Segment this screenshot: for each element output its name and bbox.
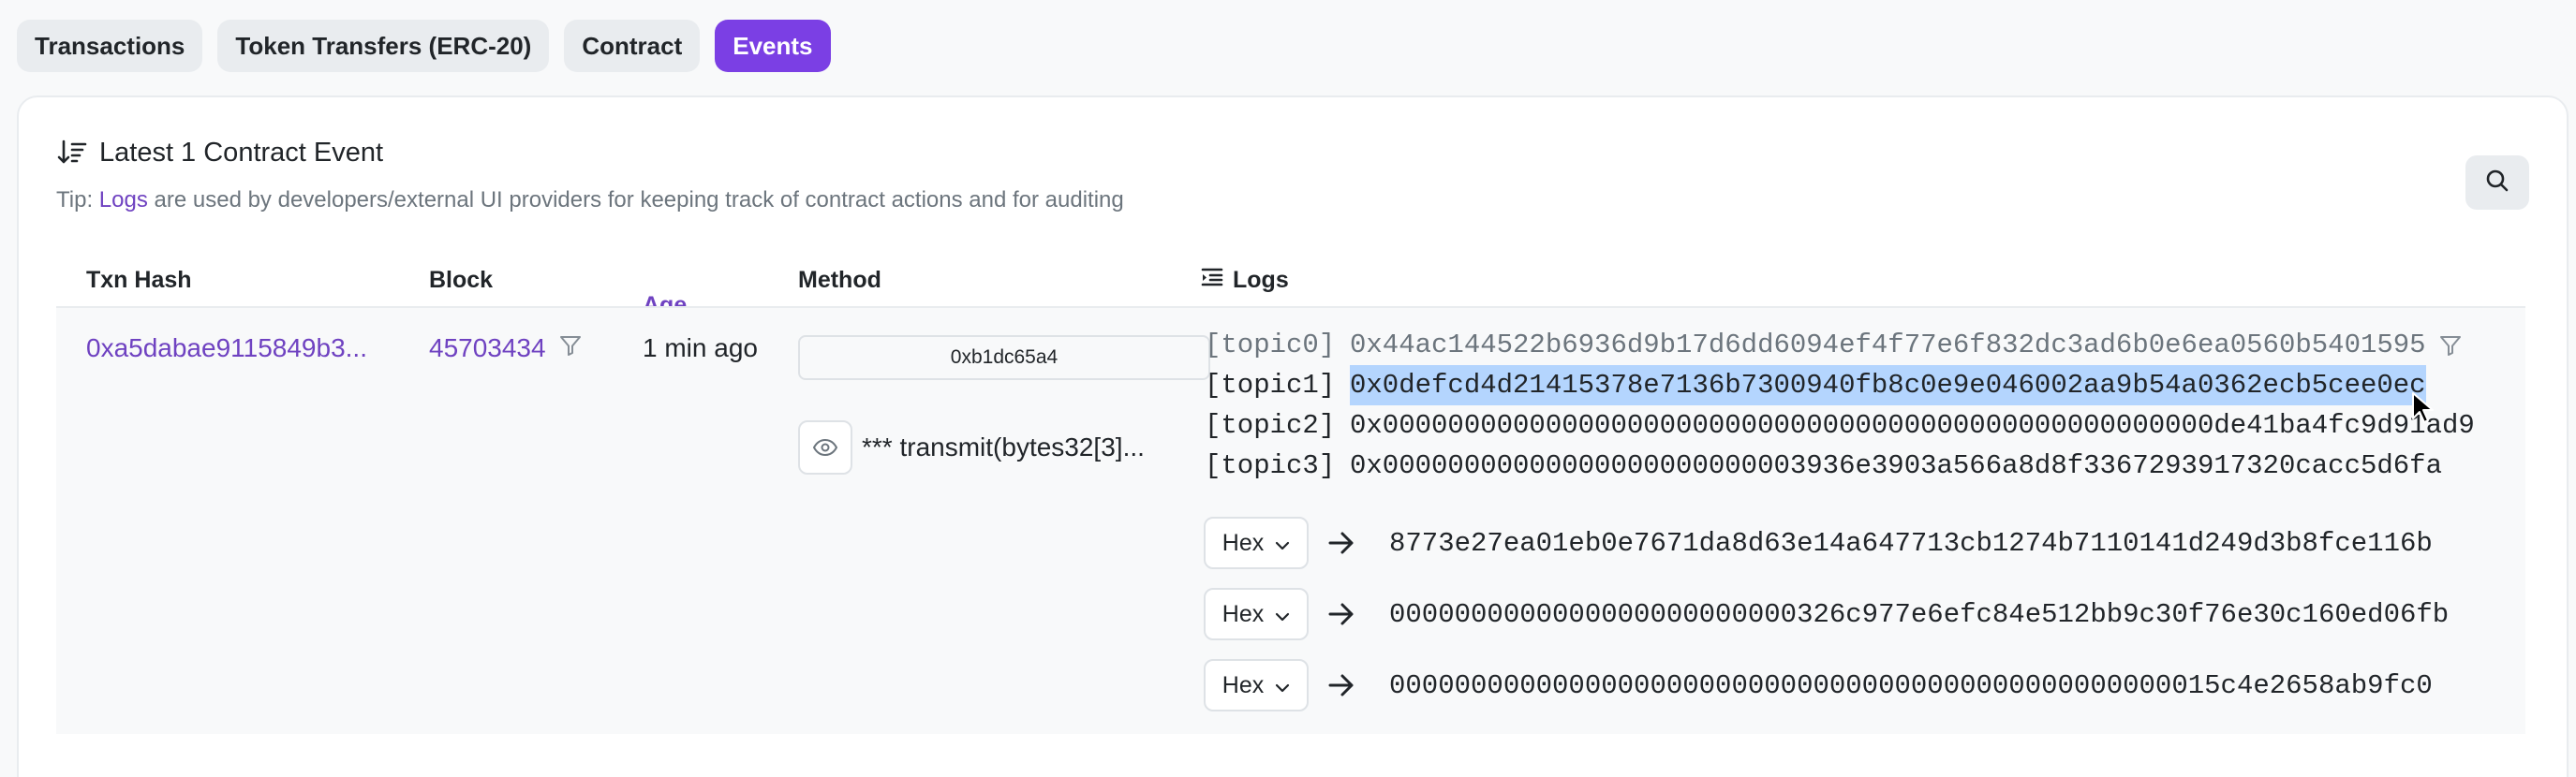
format-select-label: Hex: [1221, 529, 1265, 556]
txn-hash-link[interactable]: 0xa5dabae9115849b3...: [86, 333, 367, 363]
age-value: 1 min ago: [643, 333, 758, 362]
header-txn-hash: Txn Hash: [86, 267, 192, 293]
format-select-label: Hex: [1221, 600, 1265, 627]
events-card: Latest 1 Contract Event Tip: Logs are us…: [17, 95, 2569, 777]
search-icon: [2485, 169, 2509, 198]
logs-icon: [1201, 255, 1223, 306]
logs-link[interactable]: Logs: [99, 187, 148, 213]
format-select-label: Hex: [1221, 671, 1265, 698]
format-select[interactable]: Hex: [1204, 659, 1309, 711]
header-block: Block: [429, 267, 494, 293]
eye-icon: [812, 432, 838, 462]
chevron-down-icon: [1275, 672, 1290, 699]
tab-bar: Transactions Token Transfers (ERC-20) Co…: [17, 20, 831, 72]
header-logs-label: Logs: [1233, 267, 1289, 293]
data-value: 8773e27ea01eb0e7671da8d63e14a647713cb127…: [1389, 527, 2433, 559]
data-row-0: Hex 8773e27ea01eb0e7671da8d63e14a647713c…: [1204, 517, 2515, 569]
tip-text: Tip: Logs are used by developers/externa…: [56, 187, 1124, 213]
format-select[interactable]: Hex: [1204, 588, 1309, 640]
data-value: 0000000000000000000000000326c977e6efc84e…: [1389, 598, 2450, 630]
header-method: Method: [798, 267, 881, 293]
view-decoded-button[interactable]: [798, 420, 852, 475]
sort-icon: [56, 137, 88, 169]
header-logs: Logs: [1201, 255, 1289, 306]
topic-value[interactable]: 0x00000000000000000000000003936e3903a566…: [1350, 446, 2442, 486]
arrow-right-icon: [1327, 529, 1355, 557]
tab-events[interactable]: Events: [715, 20, 831, 72]
topic-label: [topic0]: [1205, 330, 1336, 360]
arrow-right-icon: [1327, 600, 1355, 628]
table-row: 0xa5dabae9115849b3... 45703434 1 min ago…: [56, 306, 2525, 734]
topic-value[interactable]: 0x44ac144522b6936d9b17d6dd6094ef4f77e6f8…: [1350, 325, 2426, 365]
topic-row-2: [topic2] 0x00000000000000000000000000000…: [1205, 405, 2475, 446]
topic-value-selected[interactable]: 0x0defcd4d21415378e7136b7300940fb8c0e9e0…: [1350, 365, 2426, 405]
topic-label: [topic1]: [1205, 370, 1336, 401]
format-select[interactable]: Hex: [1204, 517, 1309, 569]
filter-icon[interactable]: [559, 333, 582, 363]
section-title-text: Latest 1 Contract Event: [99, 137, 384, 168]
data-value: 0000000000000000000000000000000000000000…: [1389, 669, 2433, 701]
arrow-right-icon: [1327, 671, 1355, 699]
topic-row-1: [topic1] 0x0defcd4d21415378e7136b7300940…: [1205, 365, 2475, 405]
section-title: Latest 1 Contract Event: [56, 137, 383, 169]
search-button[interactable]: [2465, 155, 2529, 210]
method-badge: 0xb1dc65a4: [798, 335, 1210, 380]
chevron-down-icon: [1275, 601, 1290, 628]
tab-contract[interactable]: Contract: [564, 20, 701, 72]
topic-label: [topic3]: [1205, 450, 1336, 481]
block-cell: 45703434: [429, 333, 582, 363]
block-link[interactable]: 45703434: [429, 333, 546, 363]
table-header: Txn Hash Block Age Method Logs: [56, 255, 2525, 318]
topic-label: [topic2]: [1205, 410, 1336, 441]
data-row-1: Hex 0000000000000000000000000326c977e6ef…: [1204, 588, 2515, 640]
tab-token-transfers[interactable]: Token Transfers (ERC-20): [217, 20, 550, 72]
chevron-down-icon: [1275, 530, 1290, 557]
method-signature: *** transmit(bytes32[3]...: [798, 420, 1162, 475]
topic-value[interactable]: 0x00000000000000000000000000000000000000…: [1350, 405, 2475, 446]
mouse-cursor-icon: [2411, 391, 2434, 430]
filter-icon[interactable]: [2439, 334, 2462, 357]
tip-suffix: are used by developers/external UI provi…: [147, 187, 1124, 213]
tab-transactions[interactable]: Transactions: [17, 20, 203, 72]
topic-row-3: [topic3] 0x00000000000000000000000003936…: [1205, 446, 2475, 486]
tip-prefix: Tip:: [56, 187, 99, 213]
topic-row-0: [topic0] 0x44ac144522b6936d9b17d6dd6094e…: [1205, 325, 2475, 365]
method-signature-label: *** transmit(bytes32[3]...: [862, 432, 1145, 462]
topics-list: [topic0] 0x44ac144522b6936d9b17d6dd6094e…: [1205, 325, 2475, 486]
data-row-2: Hex 000000000000000000000000000000000000…: [1204, 659, 2515, 711]
